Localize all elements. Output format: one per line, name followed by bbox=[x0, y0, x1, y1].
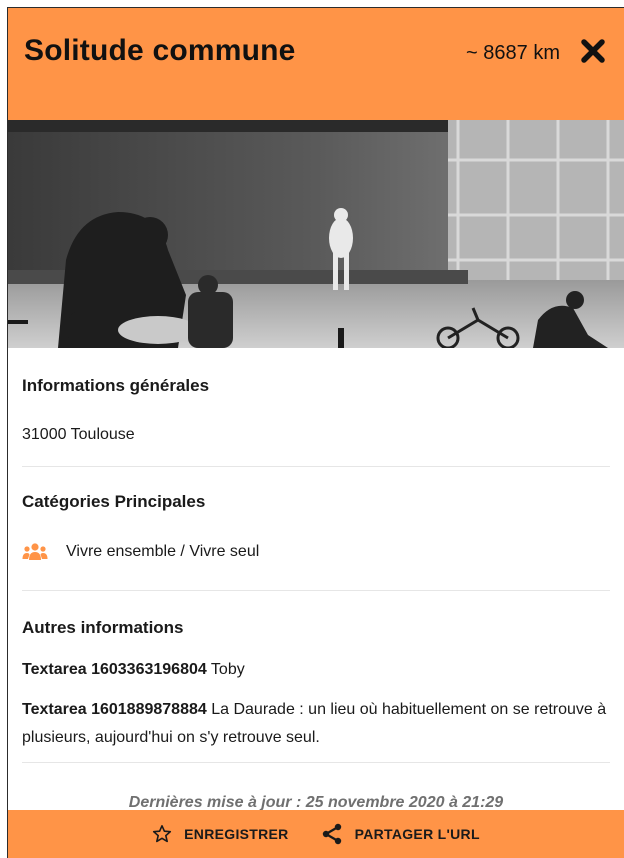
divider bbox=[22, 466, 610, 467]
share-url-button[interactable]: PARTAGER L'URL bbox=[321, 823, 480, 845]
page-title: Solitude commune bbox=[24, 34, 296, 67]
share-label: PARTAGER L'URL bbox=[354, 826, 480, 842]
general-info-heading: Informations générales bbox=[22, 376, 210, 395]
address-text: 31000 Toulouse bbox=[22, 426, 135, 443]
group-icon bbox=[22, 543, 48, 560]
close-icon bbox=[581, 39, 605, 63]
other-info-heading: Autres informations bbox=[22, 618, 184, 637]
info-value: Toby bbox=[210, 661, 245, 678]
save-button[interactable]: ENREGISTRER bbox=[152, 824, 288, 844]
info-row: Textarea 1603363196804 Toby bbox=[22, 656, 610, 684]
detail-panel: Solitude commune ~ 8687 km Informations … bbox=[7, 7, 624, 858]
share-icon bbox=[322, 823, 341, 845]
hero-photo bbox=[8, 120, 624, 348]
distance-label: ~ 8687 km bbox=[466, 42, 560, 64]
panel-header: Solitude commune ~ 8687 km bbox=[8, 8, 624, 120]
divider bbox=[22, 590, 610, 591]
save-label: ENREGISTRER bbox=[184, 826, 289, 842]
info-row: Textarea 1601889878884 La Daurade : un l… bbox=[22, 696, 610, 752]
close-button[interactable] bbox=[580, 38, 606, 64]
info-key: Textarea 1603363196804 bbox=[22, 661, 207, 678]
info-key: Textarea 1601889878884 bbox=[22, 701, 207, 718]
categories-heading: Catégories Principales bbox=[22, 492, 206, 511]
divider bbox=[22, 762, 610, 763]
action-footer: ENREGISTRER PARTAGER L'URL bbox=[8, 810, 624, 858]
category-item: Vivre ensemble / Vivre seul bbox=[22, 542, 259, 562]
category-label: Vivre ensemble / Vivre seul bbox=[66, 543, 260, 560]
star-icon bbox=[153, 825, 172, 843]
